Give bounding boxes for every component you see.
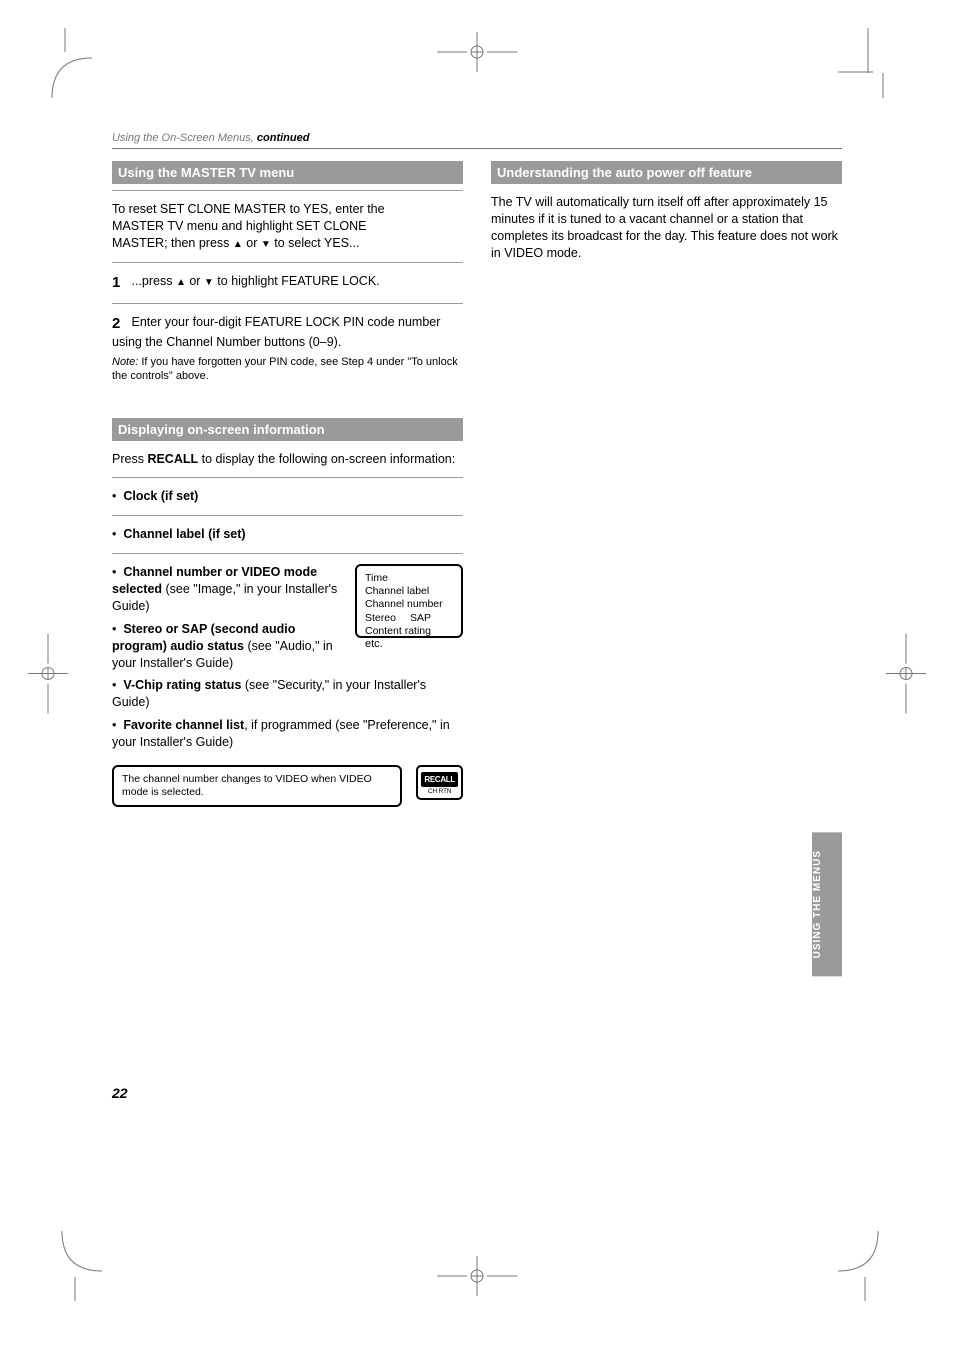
step0-line-c-post: to select YES... (271, 236, 360, 250)
registration-mark-bottom (437, 1256, 517, 1301)
recall-button-graphic: RECALL CH RTN (416, 765, 463, 800)
breadcrumb-strong: continued (257, 132, 310, 144)
step1-mid: or (186, 274, 204, 288)
right-column: Understanding the auto power off feature… (491, 153, 842, 807)
callout-text: The channel number changes to VIDEO when… (114, 767, 400, 805)
step-1: 1 ...press ▲ or ▼ to highlight FEATURE L… (112, 269, 463, 297)
registration-mark-right (886, 633, 926, 718)
registration-mark-top (437, 32, 517, 77)
crop-mark-bottom-left (32, 1231, 102, 1301)
step1-post: to highlight FEATURE LOCK. (214, 274, 380, 288)
section-osd-info-head: Displaying on-screen information (112, 418, 463, 441)
triangle-up-icon: ▲ (176, 277, 186, 288)
step0-line-b: MASTER TV menu and highlight SET CLONE (112, 219, 367, 233)
osd-b1: Clock (if set) (123, 489, 198, 503)
section-master-tv-head: Using the MASTER TV menu (112, 161, 463, 184)
auto-power-off-body: The TV will automatically turn itself of… (491, 190, 842, 266)
crop-mark-bottom-right (838, 1231, 908, 1301)
step-1-number: 1 (112, 273, 128, 293)
osd-example-panel: Time Channel label Channel number Stereo… (355, 564, 463, 638)
panel-line-3: Channel number (365, 598, 453, 611)
step2-b: using the Channel Number buttons (0–9). (112, 335, 341, 349)
step2-note-label: Note: (112, 356, 141, 368)
step-0: To reset SET CLONE MASTER to YES, enter … (112, 197, 463, 256)
step2-a: Enter your four-digit FEATURE LOCK PIN c… (131, 315, 440, 329)
step0-line-c-pre: MASTER; then press (112, 236, 233, 250)
osd-bullet-2: • Channel label (if set) (112, 522, 463, 547)
left-column: Using the MASTER TV menu To reset SET CL… (112, 153, 463, 807)
side-tab: Using the Menus (812, 832, 842, 976)
step2-note: If you have forgotten your PIN code, see… (112, 356, 458, 382)
step-2-number: 2 (112, 314, 128, 334)
triangle-down-icon: ▼ (261, 239, 271, 250)
osd-lead-pre: Press (112, 452, 147, 466)
breadcrumb-prefix: Using the On-Screen Menus, (112, 132, 257, 144)
step-2: 2 Enter your four-digit FEATURE LOCK PIN… (112, 310, 463, 388)
osd-lead-btn: RECALL (147, 452, 198, 466)
panel-line-6: Content rating (365, 625, 453, 638)
crop-mark-top-right (838, 28, 908, 98)
page-number: 22 (112, 1085, 128, 1101)
osd-lead: Press RECALL to display the following on… (112, 447, 463, 472)
recall-button-label: RECALL (421, 772, 458, 787)
panel-line-1: Time (365, 572, 453, 585)
panel-line-2: Channel label (365, 585, 453, 598)
callout-box: The channel number changes to VIDEO when… (112, 765, 402, 807)
crop-mark-top-left (22, 28, 92, 98)
osd-b6-pre: Favorite channel list (123, 718, 244, 732)
osd-lead-post: to display the following on-screen infor… (198, 452, 455, 466)
panel-line-4: Stereo (365, 612, 396, 625)
panel-line-5: SAP (410, 612, 431, 625)
step0-line-a: To reset SET CLONE MASTER to YES, enter … (112, 202, 385, 216)
panel-line-7: etc. (365, 638, 453, 652)
osd-b5-pre: V-Chip rating status (123, 678, 241, 692)
recall-button-sublabel: CH RTN (421, 788, 458, 795)
breadcrumb: Using the On-Screen Menus, continued (112, 132, 842, 149)
registration-mark-left (28, 633, 68, 718)
osd-b2: Channel label (if set) (123, 527, 245, 541)
osd-bullet-3: Time Channel label Channel number Stereo… (112, 560, 463, 755)
osd-bullet-1: • Clock (if set) (112, 484, 463, 509)
step1-pre: ...press (131, 274, 175, 288)
section-auto-power-off-head: Understanding the auto power off feature (491, 161, 842, 184)
triangle-down-icon: ▼ (204, 277, 214, 288)
triangle-up-icon: ▲ (233, 239, 243, 250)
